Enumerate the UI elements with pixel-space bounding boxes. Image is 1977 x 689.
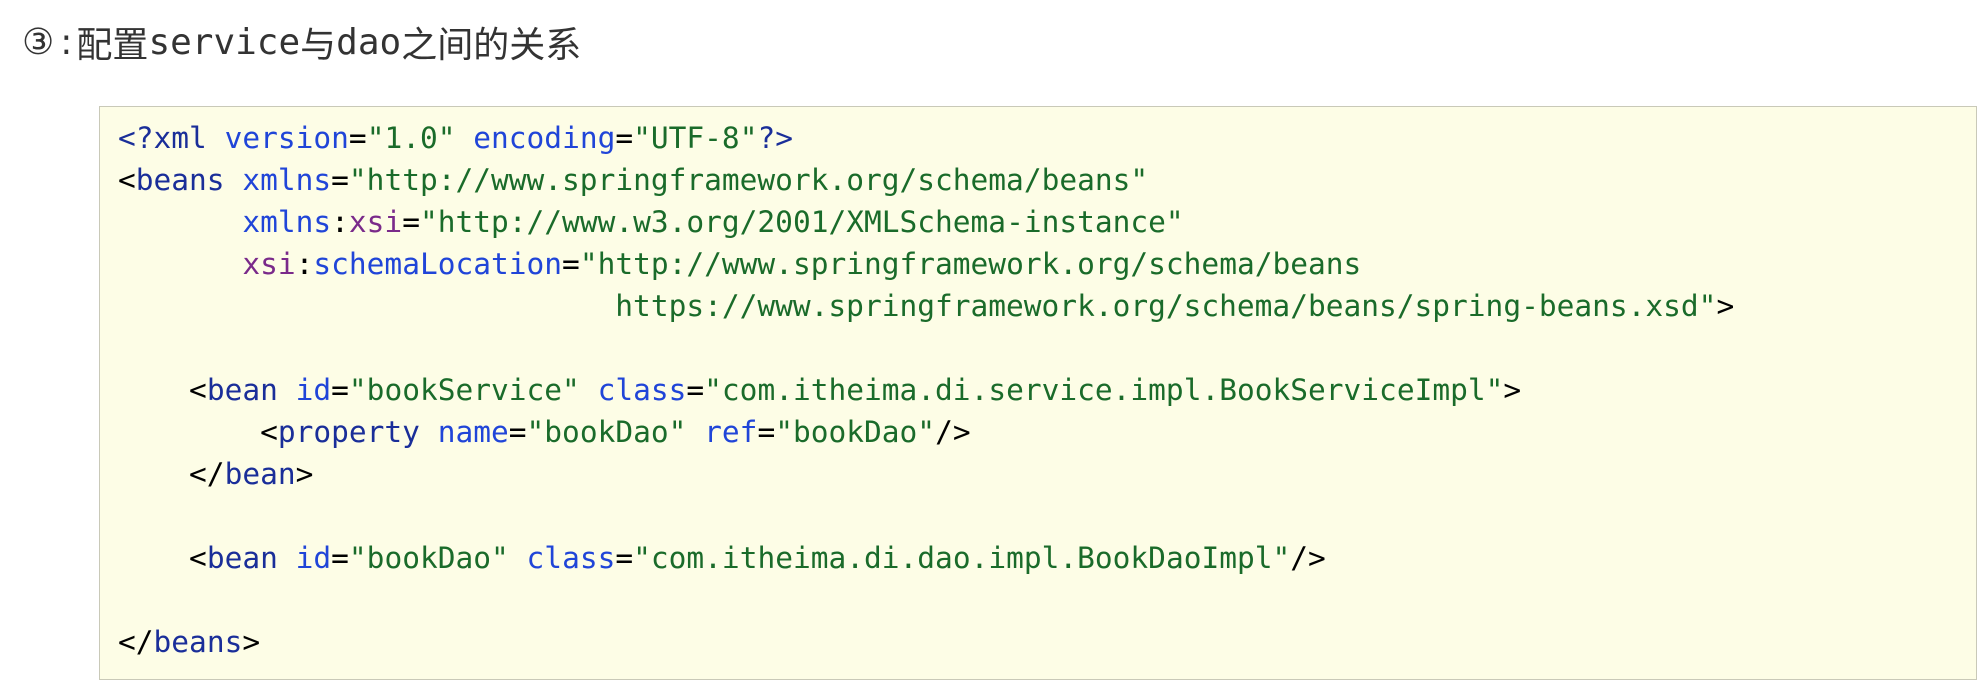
- step-number: ③: [22, 21, 55, 63]
- code-token: :: [295, 247, 314, 281]
- code-token: "bookDao": [526, 415, 687, 449]
- code-token: "bookService": [348, 373, 580, 407]
- code-token: =: [348, 121, 367, 155]
- code-token: ?>: [757, 121, 793, 155]
- code-token: bean: [206, 373, 278, 407]
- code-token: schemaLocation: [313, 247, 563, 281]
- code-token: "http://www.springframework.org/schema/b…: [579, 247, 1362, 281]
- code-token: =: [331, 163, 349, 197]
- code-token: :: [331, 205, 349, 239]
- code-token: >: [1503, 373, 1522, 407]
- heading-text-and: 与: [300, 25, 337, 66]
- page: ③ : 配置 service 与 dao 之间的关系 <?xml version…: [0, 0, 1977, 689]
- code-token: />: [1290, 541, 1326, 575]
- code-token: "bookDao": [348, 541, 509, 575]
- code-token: bean: [224, 457, 296, 491]
- heading-text-dao: dao: [336, 21, 402, 63]
- code-token: <: [118, 541, 207, 575]
- code-token: =: [686, 373, 705, 407]
- code-token: beans: [153, 625, 243, 659]
- code-line: </beans>: [118, 621, 1734, 663]
- code-token: >: [242, 625, 261, 659]
- code-token: "http://www.w3.org/2001/XMLSchema-instan…: [419, 205, 1184, 239]
- code-line: <?xml version="1.0" encoding="UTF-8"?>: [118, 117, 1734, 159]
- code-token: encoding: [473, 121, 616, 155]
- code-token: </: [118, 457, 225, 491]
- code-token: https://www.springframework.org/schema/b…: [118, 289, 1717, 323]
- code-line: <beans xmlns="http://www.springframework…: [118, 159, 1734, 201]
- code-token: "http://www.springframework.org/schema/b…: [348, 163, 1149, 197]
- code-token: class: [526, 541, 616, 575]
- code-token: version: [224, 121, 349, 155]
- code-line: <bean id="bookDao" class="com.itheima.di…: [118, 537, 1734, 579]
- code-token: "UTF-8": [633, 121, 758, 155]
- heading-text-relationship: 之间的关系: [401, 25, 582, 66]
- code-token: xsi: [242, 247, 296, 281]
- code-token: bean: [206, 541, 278, 575]
- code-token: =: [331, 373, 349, 407]
- code-token: />: [935, 415, 971, 449]
- code-token: =: [402, 205, 420, 239]
- code-token: =: [331, 541, 349, 575]
- code-line: <property name="bookDao" ref="bookDao"/>: [118, 411, 1734, 453]
- code-line: </bean>: [118, 453, 1734, 495]
- code-token: property: [277, 415, 420, 449]
- code-token: xmlns: [242, 163, 332, 197]
- code-token: name: [437, 415, 509, 449]
- heading-separator: :: [60, 21, 73, 63]
- code-token: xmlns: [242, 205, 332, 239]
- code-token: =: [508, 415, 527, 449]
- code-token: <: [118, 415, 278, 449]
- heading-text-service: service: [148, 21, 301, 63]
- code-token: ref: [704, 415, 758, 449]
- code-token: id: [295, 373, 332, 407]
- code-token: >: [295, 457, 314, 491]
- code-token: "bookDao": [775, 415, 936, 449]
- code-token: id: [295, 541, 332, 575]
- code-line: xmlns:xsi="http://www.w3.org/2001/XMLSch…: [118, 201, 1734, 243]
- code-token: "com.itheima.di.service.impl.BookService…: [704, 373, 1504, 407]
- code-token: "com.itheima.di.dao.impl.BookDaoImpl": [633, 541, 1291, 575]
- section-heading: ③ : 配置 service 与 dao 之间的关系: [22, 14, 581, 70]
- code-token: >: [1716, 289, 1735, 323]
- code-line: https://www.springframework.org/schema/b…: [118, 285, 1734, 327]
- code-line: <bean id="bookService" class="com.itheim…: [118, 369, 1734, 411]
- code-token: xsi: [348, 205, 403, 239]
- code-token: beans: [135, 163, 225, 197]
- heading-text-configure: 配置: [76, 25, 149, 66]
- code-token: <: [118, 163, 136, 197]
- code-token: <: [118, 373, 207, 407]
- code-token: class: [597, 373, 687, 407]
- code-token: </: [118, 625, 154, 659]
- code-token: =: [562, 247, 580, 281]
- code-token: =: [615, 541, 634, 575]
- code-token: "1.0": [366, 121, 456, 155]
- code-token: xml: [153, 121, 207, 155]
- xml-code: <?xml version="1.0" encoding="UTF-8"?> <b…: [118, 117, 1734, 663]
- code-token: =: [615, 121, 634, 155]
- code-block[interactable]: <?xml version="1.0" encoding="UTF-8"?> <b…: [99, 106, 1977, 680]
- code-line: xsi:schemaLocation="http://www.springfra…: [118, 243, 1734, 285]
- code-token: <?: [118, 121, 154, 155]
- code-token: =: [757, 415, 776, 449]
